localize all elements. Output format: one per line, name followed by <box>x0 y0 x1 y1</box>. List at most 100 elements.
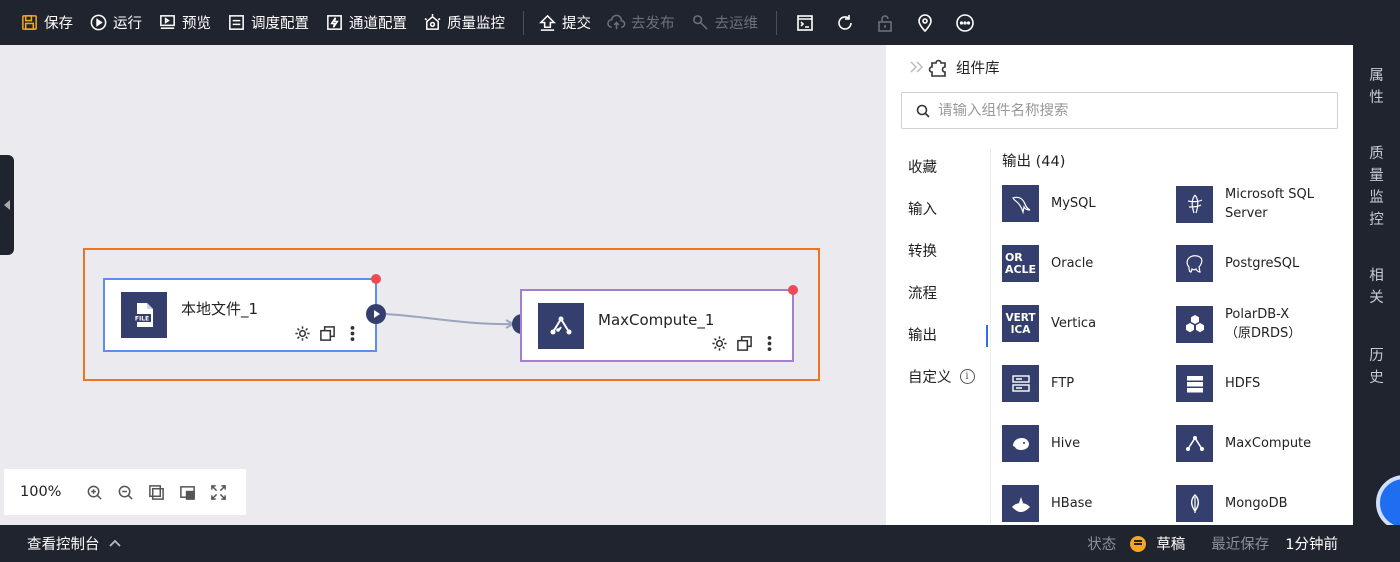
rail-related[interactable]: 相关 <box>1353 265 1400 309</box>
fit-view-button[interactable] <box>172 477 203 507</box>
left-panel-toggle[interactable] <box>0 155 14 255</box>
chevron-left-icon <box>4 200 10 210</box>
info-icon[interactable]: i <box>959 368 975 384</box>
lock-button[interactable] <box>865 0 905 45</box>
component-mysql[interactable]: MySQL <box>1002 185 1177 222</box>
zoom-in-button[interactable] <box>79 477 110 507</box>
component-mongodb[interactable]: MongoDB <box>1176 485 1347 522</box>
component-label-line: （原DRDS） <box>1225 326 1302 341</box>
category-input[interactable]: 输入 <box>886 187 990 229</box>
component-hive[interactable]: Hive <box>1002 425 1177 462</box>
console-label: 查看控制台 <box>27 537 100 553</box>
node-status-dot <box>788 285 798 295</box>
node-actions <box>294 325 361 342</box>
category-list: 收藏 输入 转换 流程 输出 自定义 i <box>886 145 990 397</box>
more-vertical-icon[interactable] <box>344 325 361 342</box>
node-label: 本地文件_1 <box>181 300 259 318</box>
rail-history[interactable]: 历史 <box>1353 345 1400 389</box>
ftp-icon <box>1002 365 1039 402</box>
zoom-out-button[interactable] <box>110 477 141 507</box>
gear-icon[interactable] <box>294 325 311 342</box>
saved-value: 1分钟前 <box>1285 537 1338 553</box>
fit-view-icon <box>180 485 196 500</box>
fullscreen-icon <box>211 484 227 500</box>
locate-button[interactable] <box>905 0 945 45</box>
save-button[interactable]: 保存 <box>14 0 83 45</box>
flow-canvas[interactable]: FILE 本地文件_1 MaxCompute_1 100% <box>0 45 886 525</box>
run-button[interactable]: 运行 <box>83 0 152 45</box>
toolbar-divider <box>523 10 524 35</box>
component-polardb[interactable]: PolarDB-X （原DRDS） <box>1176 305 1347 343</box>
component-label: PolarDB-X （原DRDS） <box>1225 305 1301 343</box>
terminal-button[interactable] <box>785 0 825 45</box>
save-label: 保存 <box>44 16 73 32</box>
component-label: Vertica <box>1051 316 1097 331</box>
status-bar: 查看控制台 状态 草稿 最近保存 1分钟前 <box>0 525 1400 562</box>
gear-icon[interactable] <box>711 335 728 352</box>
channel-config-button[interactable]: 通道配置 <box>319 0 417 45</box>
terminal-icon <box>797 14 813 31</box>
component-sqlserver[interactable]: Microsoft SQL Server <box>1176 185 1347 223</box>
mongodb-icon <box>1176 485 1213 522</box>
panel-title: 组件库 <box>956 60 1000 77</box>
more-vertical-icon[interactable] <box>761 335 778 352</box>
save-icon <box>22 15 37 30</box>
rail-properties[interactable]: 属性 <box>1353 65 1400 109</box>
ops-label: 去运维 <box>714 16 759 32</box>
maxcompute-icon <box>538 302 584 349</box>
category-transform[interactable]: 转换 <box>886 229 990 271</box>
zoom-level: 100% <box>20 484 62 500</box>
component-hdfs[interactable]: HDFS <box>1176 365 1347 402</box>
component-label: MongoDB <box>1225 496 1288 511</box>
upload-arrow-icon <box>539 14 556 31</box>
more-button[interactable] <box>945 0 985 45</box>
top-toolbar: 保存 运行 预览 调度配置 通道配置 质量监控 提交 去发布 去运维 <box>0 0 1400 45</box>
component-hbase[interactable]: HBase <box>1002 485 1177 522</box>
quality-monitor-button[interactable]: 质量监控 <box>417 0 515 45</box>
category-flow[interactable]: 流程 <box>886 271 990 313</box>
output-port[interactable] <box>366 304 386 324</box>
component-label: MySQL <box>1051 196 1096 211</box>
double-chevron-right-icon[interactable] <box>908 59 928 75</box>
component-label: MaxCompute <box>1225 436 1312 451</box>
search-input[interactable] <box>938 102 1318 119</box>
console-toggle[interactable]: 查看控制台 <box>27 533 122 554</box>
component-label: FTP <box>1051 376 1075 391</box>
component-postgresql[interactable]: PostgreSQL <box>1176 245 1347 282</box>
category-favorites[interactable]: 收藏 <box>886 145 990 187</box>
category-label: 转换 <box>908 243 937 260</box>
refresh-button[interactable] <box>825 0 865 45</box>
submit-button[interactable]: 提交 <box>532 0 601 45</box>
fullscreen-button[interactable] <box>203 477 234 507</box>
node-local-file[interactable]: FILE 本地文件_1 <box>103 274 381 352</box>
component-label-line: PolarDB-X <box>1225 307 1290 322</box>
publish-button[interactable]: 去发布 <box>601 0 685 45</box>
node-maxcompute[interactable]: MaxCompute_1 <box>520 285 798 362</box>
category-label: 输出 <box>908 327 937 344</box>
copy-icon[interactable] <box>736 335 753 352</box>
rail-quality-monitor[interactable]: 质量监控 <box>1353 143 1400 231</box>
run-label: 运行 <box>113 16 142 32</box>
category-output[interactable]: 输出 <box>886 313 990 355</box>
schedule-config-button[interactable]: 调度配置 <box>221 0 319 45</box>
component-ftp[interactable]: FTP <box>1002 365 1177 402</box>
assistant-bubble[interactable] <box>1376 475 1400 531</box>
file-icon: FILE <box>121 292 167 338</box>
ops-button[interactable]: 去运维 <box>685 0 769 45</box>
component-library-panel: 组件库 收藏 输入 转换 流程 输出 自定义 i 输出 (44) MySQL Mi… <box>886 45 1353 525</box>
component-search[interactable] <box>901 92 1338 129</box>
quality-icon <box>424 13 441 30</box>
node-actions <box>711 335 778 352</box>
actual-size-button[interactable] <box>141 477 172 507</box>
component-maxcompute[interactable]: MaxCompute <box>1176 425 1347 462</box>
hdfs-icon <box>1176 365 1213 402</box>
component-oracle[interactable]: OR ACLE Oracle <box>1002 245 1177 282</box>
play-icon <box>374 310 380 318</box>
category-custom[interactable]: 自定义 i <box>886 355 990 397</box>
component-grid: MySQL Microsoft SQL Server OR ACLE Oracl… <box>1002 185 1347 525</box>
copy-icon[interactable] <box>319 325 336 342</box>
preview-button[interactable]: 预览 <box>152 0 221 45</box>
schedule-label: 调度配置 <box>251 16 309 32</box>
toolbar-divider <box>776 10 777 35</box>
component-vertica[interactable]: VERT ICA Vertica <box>1002 305 1177 342</box>
